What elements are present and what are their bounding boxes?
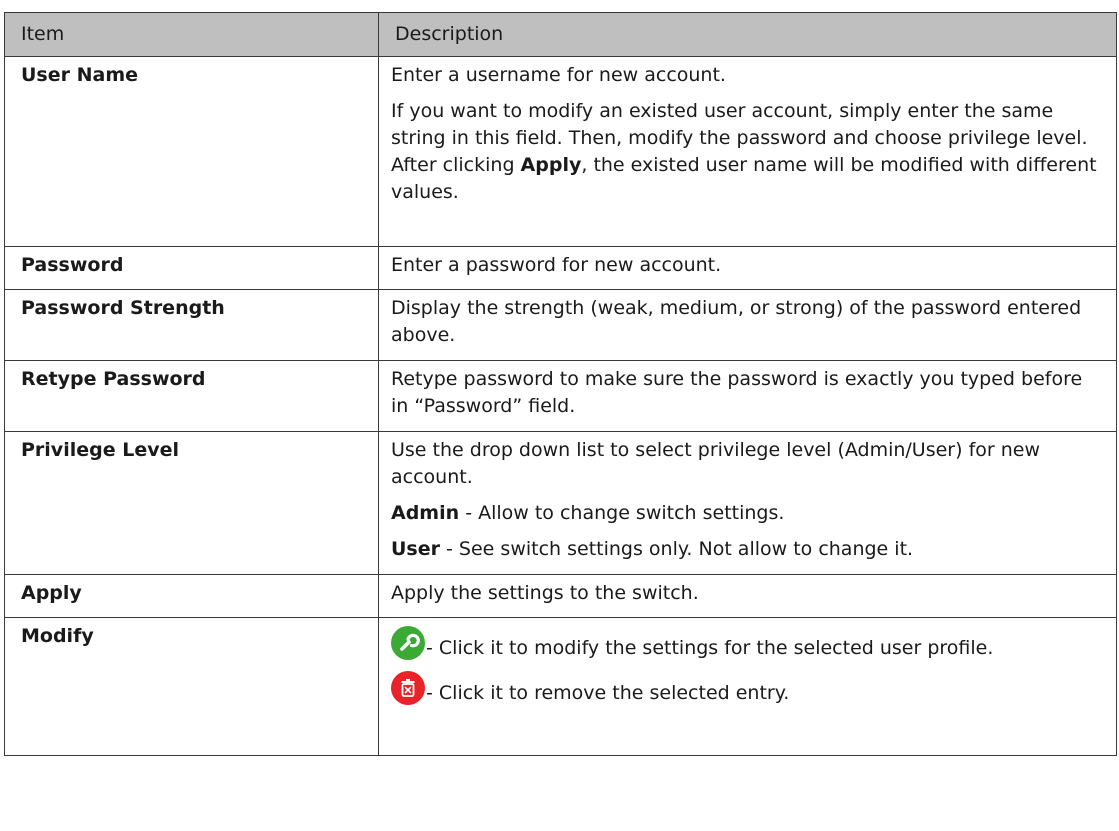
table-header-row: Item Description — [4, 12, 1117, 57]
description-cell: Enter a password for new account. — [378, 246, 1117, 290]
table-row: Retype Password Retype password to make … — [4, 360, 1117, 432]
item-password: Password — [4, 246, 379, 290]
description-text: - Click it to modify the settings for th… — [391, 626, 1104, 662]
wrench-icon — [391, 626, 425, 660]
description-cell: - Click it to modify the settings for th… — [378, 617, 1117, 756]
description-cell: Retype password to make sure the passwor… — [378, 360, 1117, 432]
description-text: Use the drop down list to select privile… — [391, 439, 1041, 488]
trash-icon — [391, 671, 425, 705]
table-row: Password Strength Display the strength (… — [4, 289, 1117, 361]
table-row: Apply Apply the settings to the switch. — [4, 574, 1117, 618]
description-text: Admin - Allow to change switch settings. — [391, 502, 785, 524]
header-item: Item — [4, 12, 379, 57]
description-text: Enter a password for new account. — [391, 254, 722, 276]
table-row: Password Enter a password for new accoun… — [4, 246, 1117, 290]
table-row: User Name Enter a username for new accou… — [4, 56, 1117, 247]
description-text: Retype password to make sure the passwor… — [391, 368, 1083, 417]
item-modify: Modify — [4, 617, 379, 756]
description-cell: Enter a username for new account. If you… — [378, 56, 1117, 247]
item-retype-password: Retype Password — [4, 360, 379, 432]
description-text: Enter a username for new account. — [391, 64, 726, 86]
description-text: If you want to modify an existed user ac… — [391, 100, 1097, 203]
table-row: Privilege Level Use the drop down list t… — [4, 431, 1117, 575]
header-description: Description — [378, 12, 1117, 57]
description-cell: Display the strength (weak, medium, or s… — [378, 289, 1117, 361]
description-cell: Apply the settings to the switch. — [378, 574, 1117, 618]
description-text: - Click it to remove the selected entry. — [391, 671, 1104, 707]
item-password-strength: Password Strength — [4, 289, 379, 361]
item-privilege-level: Privilege Level — [4, 431, 379, 575]
description-table: Item Description User Name Enter a usern… — [4, 12, 1117, 756]
description-text: Apply the settings to the switch. — [391, 582, 699, 604]
description-cell: Use the drop down list to select privile… — [378, 431, 1117, 575]
description-text: Display the strength (weak, medium, or s… — [391, 297, 1082, 346]
description-text: User - See switch settings only. Not all… — [391, 538, 914, 560]
item-user-name: User Name — [4, 56, 379, 247]
table-row: Modify - Click it to modify the settings… — [4, 617, 1117, 756]
item-apply: Apply — [4, 574, 379, 618]
